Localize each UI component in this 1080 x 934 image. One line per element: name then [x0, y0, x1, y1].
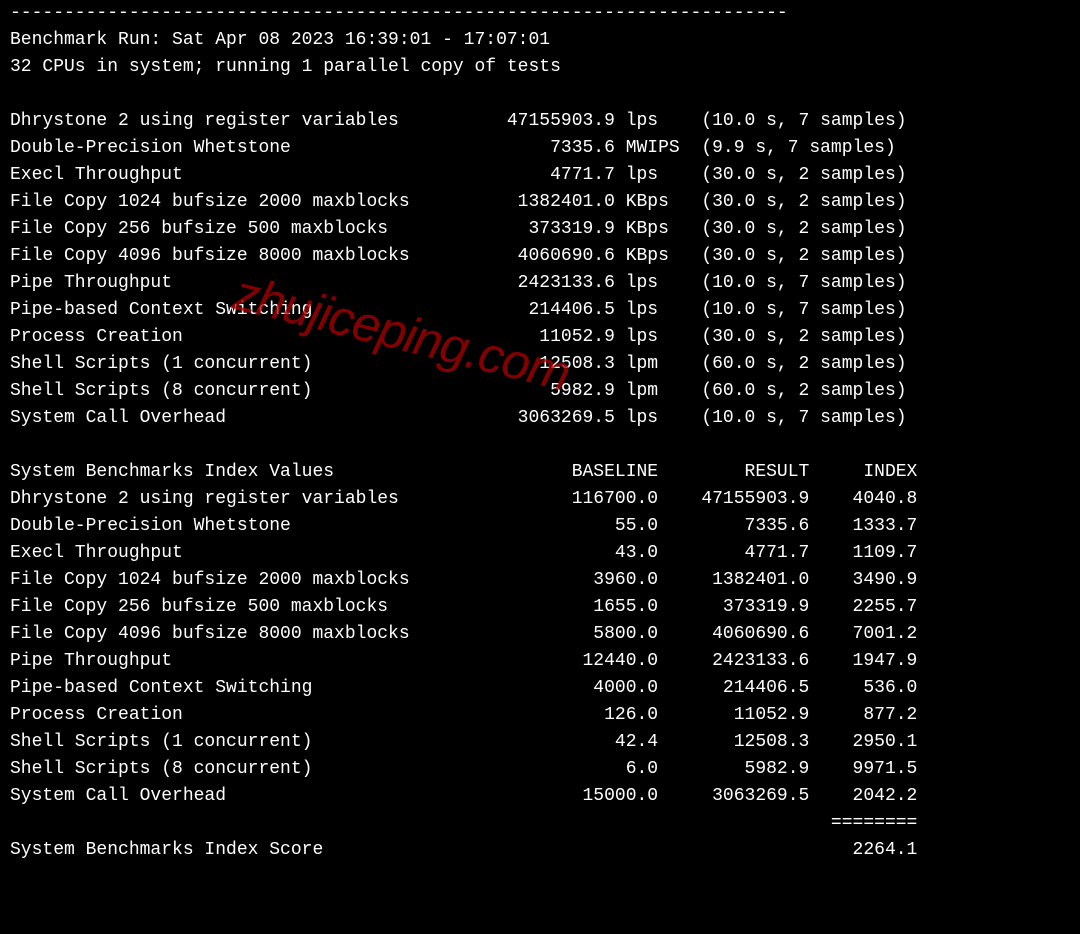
divider-line: ----------------------------------------…: [10, 3, 788, 23]
index-table: System Benchmarks Index Values BASELINE …: [10, 462, 917, 833]
cpu-info-line: 32 CPUs in system; running 1 parallel co…: [10, 57, 561, 77]
results-table: Dhrystone 2 using register variables 471…: [10, 111, 907, 428]
terminal-output: ----------------------------------------…: [0, 0, 1080, 864]
benchmark-run-line: Benchmark Run: Sat Apr 08 2023 16:39:01 …: [10, 30, 550, 50]
score-line: System Benchmarks Index Score 2264.1: [10, 840, 917, 860]
